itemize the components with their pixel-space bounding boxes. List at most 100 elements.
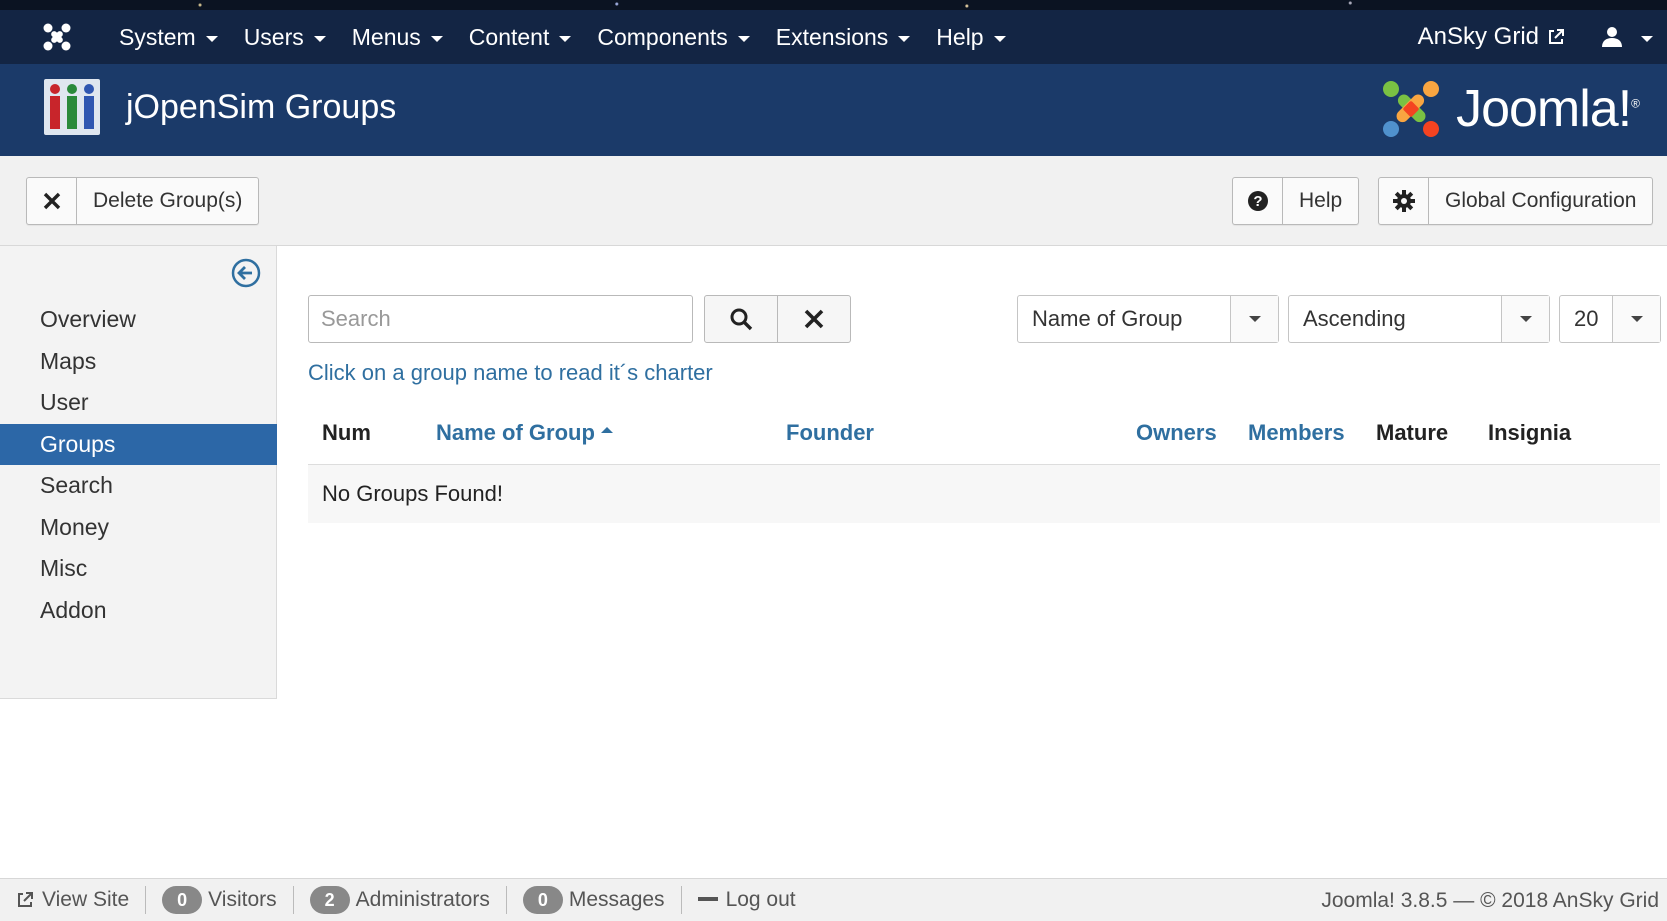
collapse-sidebar-icon[interactable] xyxy=(231,258,261,293)
top-navbar: System Users Menus Content Components Ex… xyxy=(0,10,1667,64)
caret-down-icon xyxy=(1641,35,1653,42)
site-name-link[interactable]: AnSky Grid xyxy=(1418,23,1565,51)
user-icon xyxy=(1602,27,1622,47)
user-menu[interactable] xyxy=(1601,26,1653,48)
messages-label: Messages xyxy=(568,888,665,911)
col-num: Num xyxy=(322,420,371,445)
delete-label: Delete Group(s) xyxy=(93,189,243,212)
visitors-label: Visitors xyxy=(208,888,277,911)
logout-label: Log out xyxy=(725,888,796,911)
menu-label: Users xyxy=(243,23,304,50)
limit-value: 20 xyxy=(1574,306,1599,331)
registered-mark: ® xyxy=(1631,96,1640,111)
joomla-brand: Joomla!® xyxy=(1378,76,1640,142)
menu-label: System xyxy=(119,23,196,50)
clear-search-button[interactable] xyxy=(777,295,851,343)
direction-select[interactable]: Ascending xyxy=(1288,295,1550,343)
sort-asc-icon xyxy=(600,427,613,434)
global-configuration-button[interactable]: Global Configuration xyxy=(1378,177,1654,225)
search-icon xyxy=(730,308,753,331)
administrators-label: Administrators xyxy=(355,888,490,911)
limit-select[interactable]: 20 xyxy=(1559,295,1661,343)
sidebar-item-groups[interactable]: Groups xyxy=(0,423,277,465)
brand-name: Joomla! xyxy=(1456,80,1632,138)
joomla-logo-icon xyxy=(1383,81,1440,137)
search-button[interactable] xyxy=(704,295,778,343)
sidebar-item-addon[interactable]: Addon xyxy=(0,590,277,632)
delete-groups-button[interactable]: Delete Group(s) xyxy=(26,177,260,225)
sidebar-item-search[interactable]: Search xyxy=(0,465,277,507)
menu-system[interactable]: System xyxy=(106,10,231,64)
gear-icon xyxy=(1379,178,1429,224)
caret-down-icon xyxy=(737,35,750,42)
visitors-link[interactable]: 0 Visitors xyxy=(146,886,294,914)
sidebar-item-user[interactable]: User xyxy=(0,382,277,424)
order-by-select[interactable]: Name of Group xyxy=(1017,295,1279,343)
visitors-badge: 0 xyxy=(162,886,203,914)
close-icon xyxy=(27,178,77,224)
menu-extensions[interactable]: Extensions xyxy=(763,10,924,64)
sidebar-item-maps[interactable]: Maps xyxy=(0,341,277,383)
menu-label: Components xyxy=(597,23,728,50)
search-input[interactable] xyxy=(308,295,693,343)
messages-link[interactable]: 0 Messages xyxy=(507,886,682,914)
status-footer: View Site 0 Visitors 2 Administrators 0 … xyxy=(0,878,1667,921)
help-label: Help xyxy=(1299,189,1343,212)
topnav-right: AnSky Grid xyxy=(1418,10,1667,64)
caret-down-icon xyxy=(313,35,326,42)
caret-down-icon xyxy=(993,35,1006,42)
menu-menus[interactable]: Menus xyxy=(339,10,456,64)
menu-label: Menus xyxy=(351,23,421,50)
col-owners[interactable]: Owners xyxy=(1136,420,1217,446)
sidebar-nav: Overview Maps User Groups Search Money M… xyxy=(0,299,277,631)
direction-value: Ascending xyxy=(1303,306,1406,331)
chevron-down-icon xyxy=(1612,296,1660,342)
menu-components[interactable]: Components xyxy=(584,10,762,64)
close-icon xyxy=(804,309,824,329)
question-circle-icon: ? xyxy=(1233,178,1283,224)
caret-down-icon xyxy=(205,35,218,42)
order-by-value: Name of Group xyxy=(1032,306,1183,331)
sidebar: Overview Maps User Groups Search Money M… xyxy=(0,246,277,699)
chevron-down-icon xyxy=(1230,296,1278,342)
svg-text:?: ? xyxy=(1253,193,1262,210)
sidebar-item-money[interactable]: Money xyxy=(0,507,277,549)
col-founder[interactable]: Founder xyxy=(786,420,874,446)
col-name-of-group[interactable]: Name of Group xyxy=(436,420,613,446)
chevron-down-icon xyxy=(1501,296,1549,342)
wallpaper-strip xyxy=(0,0,1667,10)
caret-down-icon xyxy=(898,35,911,42)
page-header: jOpenSim Groups Joomla!® xyxy=(0,64,1667,156)
col-mature: Mature xyxy=(1376,420,1449,445)
copyright: Joomla! 3.8.5 — © 2018 AnSky Grid xyxy=(1321,888,1659,912)
sidebar-item-overview[interactable]: Overview xyxy=(0,299,277,341)
administrators-link[interactable]: 2 Administrators xyxy=(294,886,507,914)
joomla-menu-icon[interactable] xyxy=(28,10,86,64)
external-link-icon xyxy=(18,892,33,907)
minus-icon xyxy=(697,897,718,901)
administrators-badge: 2 xyxy=(309,886,350,914)
caret-down-icon xyxy=(430,35,443,42)
charter-hint: Click on a group name to read it´s chart… xyxy=(308,360,713,385)
col-name-label: Name of Group xyxy=(436,420,595,445)
help-button[interactable]: ? Help xyxy=(1232,177,1360,225)
logout-link[interactable]: Log out xyxy=(682,886,812,914)
caret-down-icon xyxy=(559,35,572,42)
menu-help[interactable]: Help xyxy=(923,10,1018,64)
page-title: jOpenSim Groups xyxy=(126,88,397,126)
col-members[interactable]: Members xyxy=(1248,420,1345,446)
menu-content[interactable]: Content xyxy=(456,10,585,64)
menu-users[interactable]: Users xyxy=(231,10,339,64)
brand-text: Joomla!® xyxy=(1456,79,1640,139)
external-link-icon xyxy=(1549,29,1564,44)
menu-label: Content xyxy=(468,23,550,50)
admin-menu: System Users Menus Content Components Ex… xyxy=(106,10,1019,64)
toolbar: Delete Group(s) ? Help Global Configurat… xyxy=(0,156,1667,246)
col-insignia: Insignia xyxy=(1488,420,1572,445)
site-name: AnSky Grid xyxy=(1417,23,1539,50)
empty-table-row: No Groups Found! xyxy=(308,465,1660,523)
view-site-link[interactable]: View Site xyxy=(0,886,147,914)
menu-label: Help xyxy=(936,23,984,50)
sidebar-item-misc[interactable]: Misc xyxy=(0,548,277,590)
view-site-label: View Site xyxy=(42,888,130,911)
